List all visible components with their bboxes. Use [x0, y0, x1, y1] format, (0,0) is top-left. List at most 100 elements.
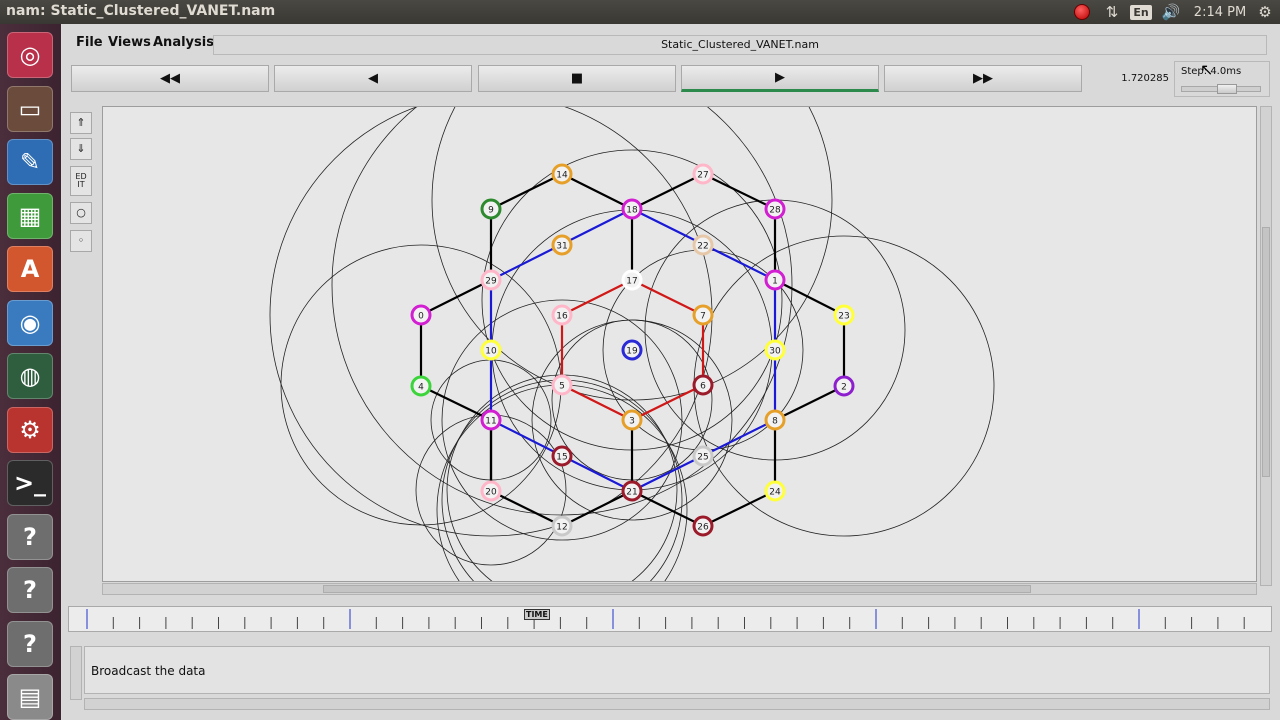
- play-button[interactable]: ▶: [681, 65, 879, 92]
- ubuntu-dash-icon[interactable]: ◎: [7, 32, 53, 78]
- vehicle-node-label-12: 12: [556, 523, 567, 533]
- edit-toolbar: ⇑ ⇓ ED IT ○ ◦: [70, 112, 92, 252]
- menu-analysis[interactable]: Analysis: [153, 35, 214, 50]
- nam-window: File Views Analysis Static_Clustered_VAN…: [62, 24, 1280, 720]
- canvas-vertical-scrollbar[interactable]: [1260, 106, 1272, 586]
- zoom-out-icon[interactable]: ⇓: [70, 138, 92, 160]
- vehicle-node-label-5: 5: [559, 382, 565, 392]
- vehicle-node-label-21: 21: [626, 488, 637, 498]
- menu-file[interactable]: File: [76, 35, 103, 50]
- globe-icon[interactable]: ◍: [7, 353, 53, 399]
- vehicle-node-label-4: 4: [418, 383, 424, 393]
- vehicle-node-label-16: 16: [556, 312, 568, 322]
- playback-controls: ◀◀ ◀ ■ ▶ ▶▶ 1.720285 Step: 4.0ms: [62, 59, 1280, 99]
- vehicle-node-label-3: 3: [629, 417, 635, 427]
- unknown-app-icon[interactable]: ?: [7, 513, 53, 560]
- annotation-horizontal-scrollbar[interactable]: [84, 698, 1270, 710]
- vehicle-node-label-17: 17: [626, 277, 637, 287]
- step-control: Step: 4.0ms: [1174, 61, 1270, 97]
- printer-icon[interactable]: ▤: [7, 674, 53, 720]
- vehicle-node-label-15: 15: [556, 453, 567, 463]
- edit-button[interactable]: ED IT: [70, 166, 92, 196]
- unknown-app-icon-2[interactable]: ?: [7, 567, 53, 613]
- vehicle-node-label-27: 27: [697, 171, 708, 181]
- canvas-vscroll-thumb[interactable]: [1262, 227, 1270, 477]
- terminal-icon[interactable]: >_: [7, 460, 53, 506]
- calc-icon[interactable]: ▦: [7, 192, 53, 239]
- keyboard-layout-indicator[interactable]: En: [1130, 2, 1152, 22]
- vehicle-node-label-31: 31: [556, 242, 567, 252]
- vehicle-node-label-0: 0: [418, 312, 424, 322]
- link-21-12: [561, 490, 633, 527]
- vehicle-node-label-9: 9: [488, 206, 494, 216]
- radio-range-circle: [441, 379, 683, 581]
- link-16-17: [561, 279, 633, 316]
- network-icon[interactable]: ⇅: [1102, 2, 1122, 22]
- step-back-button[interactable]: ◀: [274, 65, 472, 92]
- vehicle-node-label-29: 29: [485, 277, 497, 287]
- vehicle-node-label-11: 11: [485, 417, 496, 427]
- link-1-23: [774, 279, 845, 316]
- vehicle-node-label-23: 23: [838, 312, 849, 322]
- writer-icon[interactable]: ✎: [7, 139, 53, 185]
- fast-forward-button[interactable]: ▶▶: [884, 65, 1082, 92]
- link-27-28: [702, 173, 776, 210]
- clock[interactable]: 2:14 PM: [1192, 2, 1248, 22]
- link-18-27: [631, 173, 704, 210]
- menu-views[interactable]: Views: [108, 35, 151, 50]
- timeline-time-handle[interactable]: TIME: [524, 609, 550, 620]
- zoom-in-icon[interactable]: ⇑: [70, 112, 92, 134]
- canvas-hscroll-thumb[interactable]: [323, 585, 1031, 593]
- volume-icon[interactable]: 🔊: [1160, 2, 1182, 22]
- vehicle-node-label-20: 20: [485, 488, 497, 498]
- session-gear-icon[interactable]: ⚙: [1256, 2, 1274, 22]
- vehicle-node-label-14: 14: [556, 171, 568, 181]
- chromium-icon[interactable]: ◉: [7, 299, 53, 346]
- rewind-button[interactable]: ◀◀: [71, 65, 269, 92]
- vehicle-node-label-19: 19: [626, 347, 638, 357]
- link-0-29: [420, 279, 492, 316]
- current-time-display: 1.720285: [1121, 73, 1169, 84]
- top-panel: nam: Static_Clustered_VANET.nam ⇅ En 🔊 2…: [0, 0, 1280, 24]
- small-node-tool-icon[interactable]: ◦: [70, 230, 92, 252]
- canvas-horizontal-scrollbar[interactable]: [102, 583, 1257, 595]
- mouse-cursor-icon: ↖: [1200, 60, 1214, 79]
- vehicle-node-label-6: 6: [700, 382, 706, 392]
- file-name-label: Static_Clustered_VANET.nam: [213, 35, 1267, 55]
- vehicle-node-label-25: 25: [697, 453, 708, 463]
- files-icon[interactable]: ▭: [7, 85, 53, 132]
- step-slider-handle[interactable]: [1217, 84, 1237, 94]
- settings-icon[interactable]: ⚙: [7, 406, 53, 453]
- window-title: nam: Static_Clustered_VANET.nam: [6, 3, 276, 19]
- software-center-icon[interactable]: A: [7, 246, 53, 292]
- vehicle-node-label-2: 2: [841, 383, 847, 393]
- network-graph: 0123456789101112131415161718192021222324…: [269, 107, 995, 581]
- vehicle-node-label-30: 30: [769, 347, 781, 357]
- timeline-ticks: [86, 609, 1245, 629]
- annotation-text: Broadcast the data: [91, 664, 206, 678]
- launcher: ◎ ▭ ✎ ▦ A ◉ ◍ ⚙ >_??? ▤: [0, 24, 61, 720]
- vehicle-node-label-24: 24: [769, 488, 781, 498]
- record-indicator-icon[interactable]: [1072, 2, 1092, 22]
- vehicle-node-label-7: 7: [700, 312, 706, 322]
- link-9-14: [490, 173, 563, 210]
- vehicle-node-label-8: 8: [772, 417, 778, 427]
- network-animation-canvas[interactable]: 0123456789101112131415161718192021222324…: [102, 106, 1257, 582]
- timeline-slider[interactable]: TIME: [68, 606, 1272, 632]
- radio-range-circle: [481, 149, 783, 451]
- node-tool-icon[interactable]: ○: [70, 202, 92, 224]
- link-14-18: [561, 173, 633, 210]
- radio-range-circle: [446, 374, 678, 581]
- vehicle-node-label-22: 22: [697, 242, 708, 252]
- link-2-8: [774, 385, 845, 421]
- vehicle-node-label-1: 1: [772, 277, 778, 287]
- link-12-20: [490, 490, 563, 527]
- link-24-26: [702, 490, 776, 527]
- menu-bar: File Views Analysis Static_Clustered_VAN…: [62, 28, 1280, 56]
- vehicle-node-label-26: 26: [697, 523, 709, 533]
- link-6-3: [631, 384, 704, 421]
- unknown-app-icon-3[interactable]: ?: [7, 620, 53, 667]
- annotation-vertical-scrollbar[interactable]: [70, 646, 82, 700]
- vehicle-node-label-18: 18: [626, 206, 638, 216]
- stop-button[interactable]: ■: [478, 65, 676, 92]
